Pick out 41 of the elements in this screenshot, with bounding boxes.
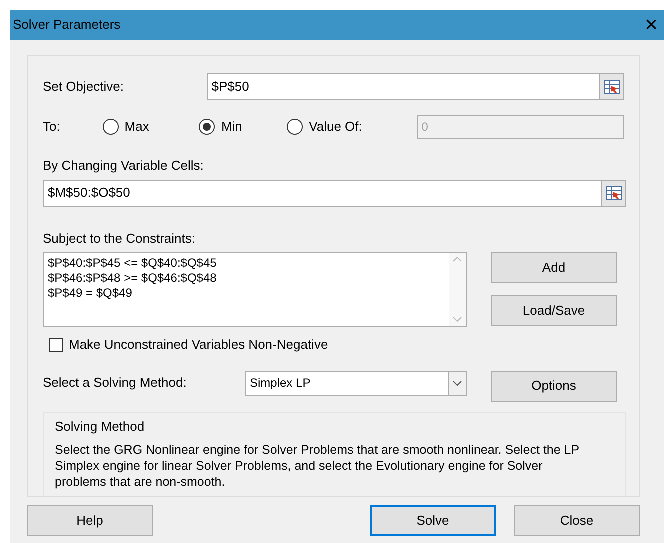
constraint-item[interactable]: $P$46:$P$48 >= $Q$46:$Q$48 — [48, 271, 445, 286]
dialog-button[interactable]: Close — [514, 505, 640, 536]
reference-button[interactable] — [599, 74, 623, 99]
constraint-item[interactable]: $P$40:$P$45 <= $Q$40:$Q$45 — [48, 256, 445, 271]
constraint-item[interactable]: $P$49 = $Q$49 — [48, 286, 445, 301]
dialog-button[interactable]: Help — [27, 505, 153, 536]
field-label: To: — [43, 118, 62, 136]
chevron-down-icon — [453, 317, 462, 322]
reference-button[interactable] — [601, 180, 625, 206]
cell-reference-icon — [604, 80, 620, 94]
radio-button[interactable] — [287, 119, 304, 135]
scrollbar[interactable] — [449, 253, 466, 326]
reference-field[interactable]: $M$50:$O$50 — [43, 180, 626, 206]
field-label: Subject to the Constraints: — [43, 230, 196, 248]
chevron-down-icon — [453, 380, 462, 386]
radio-option[interactable]: Max — [102, 117, 200, 137]
dropdown-value: Simplex LP — [249, 375, 312, 392]
dialog-button[interactable]: Solve — [370, 505, 496, 536]
dialog-button[interactable]: Add — [491, 252, 617, 283]
cell-reference-icon — [606, 186, 622, 200]
info-text: Select the GRG Nonlinear engine for Solver Problems that are smooth nonlinear. Select the LP Simplex engine for linear Solver Problems, and select the Evolutionary engine for Solver problems that are non-smooth. — [55, 442, 580, 490]
radio-option[interactable]: Min — [199, 117, 288, 137]
dialog-button[interactable]: Load/Save — [491, 295, 617, 326]
checkbox-label[interactable]: Make Unconstrained Variables Non-Negative — [69, 335, 328, 354]
radio-button[interactable] — [199, 119, 216, 135]
info-title: Solving Method — [55, 418, 146, 436]
constraints-list[interactable]: $P$40:$P$45 <= $Q$40:$Q$45 $P$46:$P$48 >= $Q$46:$Q$48 $P$49 = $Q$49 — [43, 252, 467, 327]
field-value: $P$50 — [210, 78, 250, 96]
checkbox[interactable] — [49, 338, 63, 352]
field-label: Set Objective: — [43, 78, 125, 96]
reference-field[interactable]: $P$50 — [206, 73, 624, 100]
chevron-up-icon — [453, 257, 462, 262]
radio-button[interactable] — [102, 119, 119, 135]
dialog-button[interactable]: Options — [491, 370, 617, 402]
close-button[interactable]: × — [645, 14, 658, 36]
field-label: Select a Solving Method: — [43, 374, 188, 392]
method-dropdown[interactable]: Simplex LP — [245, 370, 467, 396]
window-title: Solver Parameters — [13, 16, 121, 34]
field-label: By Changing Variable Cells: — [43, 157, 205, 175]
field-value: $M$50:$O$50 — [47, 184, 132, 202]
radio-option[interactable]: Value Of: — [287, 117, 417, 137]
